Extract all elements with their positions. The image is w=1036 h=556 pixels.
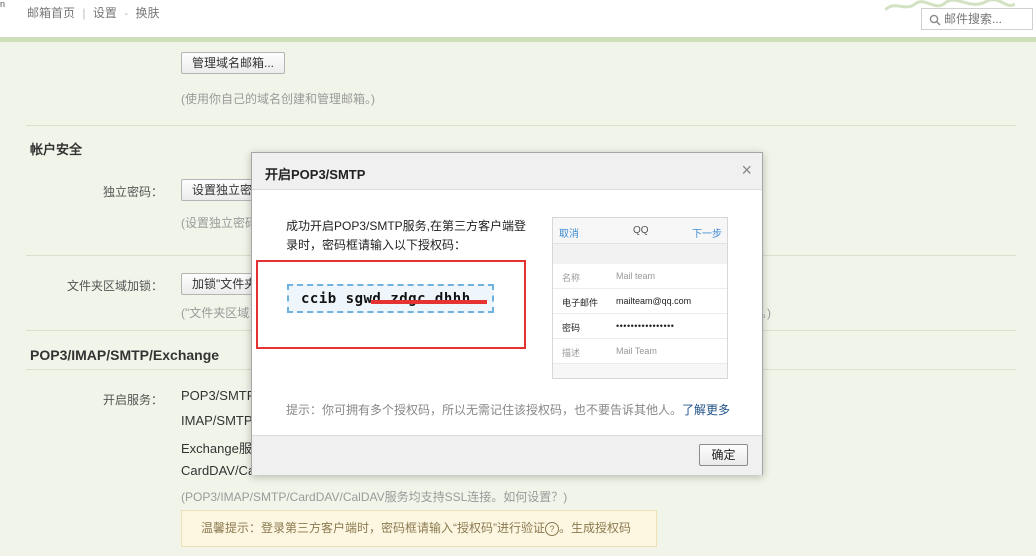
independent-password-hint: (设置独立密码 — [181, 216, 257, 230]
phone-next: 下一步 — [692, 229, 722, 240]
pop3-section-title: POP3/IMAP/SMTP/Exchange — [30, 347, 220, 363]
phone-preview: 取消 QQ 下一步 名称 Mail team 电子邮件 mailteam@qq.… — [552, 217, 728, 379]
phone-fields: 名称 Mail team 电子邮件 mailteam@qq.com 密码 •••… — [553, 264, 727, 364]
mail-search-input[interactable] — [944, 12, 1030, 26]
learn-more-link[interactable]: 了解更多 — [682, 403, 730, 417]
phone-title: QQ — [633, 225, 649, 236]
row-key: 电子邮件 — [562, 298, 599, 308]
ssl-note: (POP3/IMAP/SMTP/CardDAV/CalDAV服务均支持SSL连接… — [181, 490, 568, 504]
independent-password-label: 独立密码： — [102, 185, 163, 199]
warm-tip-text: 温馨提示：登录第三方客户端时，密码框请输入“授权码”进行验证 — [201, 521, 545, 535]
top-bar: n 邮箱首页 | 设置 - 换肤 — [0, 0, 1036, 37]
domain-mail-hint: (使用你自己的域名创建和管理邮箱。) — [181, 92, 375, 106]
auth-code-box[interactable]: ccib sgwd zdgc dhhh — [287, 284, 494, 313]
phone-header: 取消 QQ 下一步 — [553, 218, 727, 243]
generate-auth-code-link[interactable]: 。生成授权码 — [559, 521, 631, 535]
row-key: 密码 — [562, 323, 581, 333]
enable-service-label: 开启服务： — [102, 393, 163, 407]
row-key: 名称 — [562, 273, 581, 283]
phone-row-name: 名称 Mail team — [553, 264, 727, 289]
phone-row-description: 描述 Mail Team — [553, 339, 727, 364]
phone-row-password: 密码 •••••••••••••••• — [553, 314, 727, 339]
dialog-tip-text: 提示：你可拥有多个授权码，所以无需记住该授权码，也不要告诉其他人。 — [286, 403, 683, 417]
nav-dash: - — [124, 6, 129, 20]
row-value: •••••••••••••••• — [616, 321, 675, 331]
account-security-title: 帐户安全 — [30, 142, 83, 157]
dialog-header: 开启POP3/SMTP × — [252, 153, 762, 190]
row-value: Mail team — [616, 271, 656, 281]
confirm-button[interactable]: 确定 — [699, 444, 748, 466]
nav-change-skin-link[interactable]: 换肤 — [136, 6, 160, 20]
logo-fragment: n — [0, 0, 6, 9]
folder-lock-hint: ("文件夹区域 — [181, 306, 250, 320]
search-icon — [929, 14, 941, 26]
service-pop3-smtp: POP3/SMTP — [181, 388, 256, 403]
service-exchange: Exchange服 — [181, 441, 252, 456]
dialog-footer: 确定 — [252, 435, 762, 475]
redaction-mark — [371, 300, 487, 304]
row-value: Mail Team — [616, 346, 657, 356]
dialog-message: 成功开启POP3/SMTP服务,在第三方客户端登录时，密码框请输入以下授权码： — [286, 219, 527, 252]
section-divider — [26, 125, 1016, 126]
nav-mail-home-link[interactable]: 邮箱首页 — [27, 6, 75, 20]
top-nav: 邮箱首页 | 设置 - 换肤 — [27, 4, 160, 21]
phone-spacer — [553, 243, 727, 265]
pop3-smtp-dialog: 开启POP3/SMTP × 成功开启POP3/SMTP服务,在第三方客户端登录时… — [251, 152, 763, 475]
help-question-icon[interactable]: ? — [545, 521, 559, 536]
warm-tip-box: 温馨提示：登录第三方客户端时，密码框请输入“授权码”进行验证? 。生成授权码 — [181, 510, 657, 547]
nav-settings-link[interactable]: 设置 — [93, 6, 117, 20]
manage-domain-mail-button[interactable]: 管理域名邮箱... — [181, 52, 286, 74]
close-icon[interactable]: × — [741, 161, 752, 179]
auth-code[interactable]: ccib sgwd zdgc dhhh — [301, 291, 471, 307]
phone-row-email: 电子邮件 mailteam@qq.com — [553, 289, 727, 314]
phone-cancel: 取消 — [559, 229, 579, 240]
mail-search-box[interactable] — [921, 8, 1033, 30]
row-value: mailteam@qq.com — [616, 296, 692, 306]
service-imap-smtp: IMAP/SMTP — [181, 413, 253, 428]
dialog-title: 开启POP3/SMTP — [265, 167, 366, 182]
row-key: 描述 — [562, 348, 581, 358]
folder-lock-label: 文件夹区域加锁： — [66, 279, 163, 293]
dialog-tip: 提示：你可拥有多个授权码，所以无需记住该授权码，也不要告诉其他人。了解更多 — [286, 401, 730, 418]
nav-separator: | — [82, 6, 86, 20]
